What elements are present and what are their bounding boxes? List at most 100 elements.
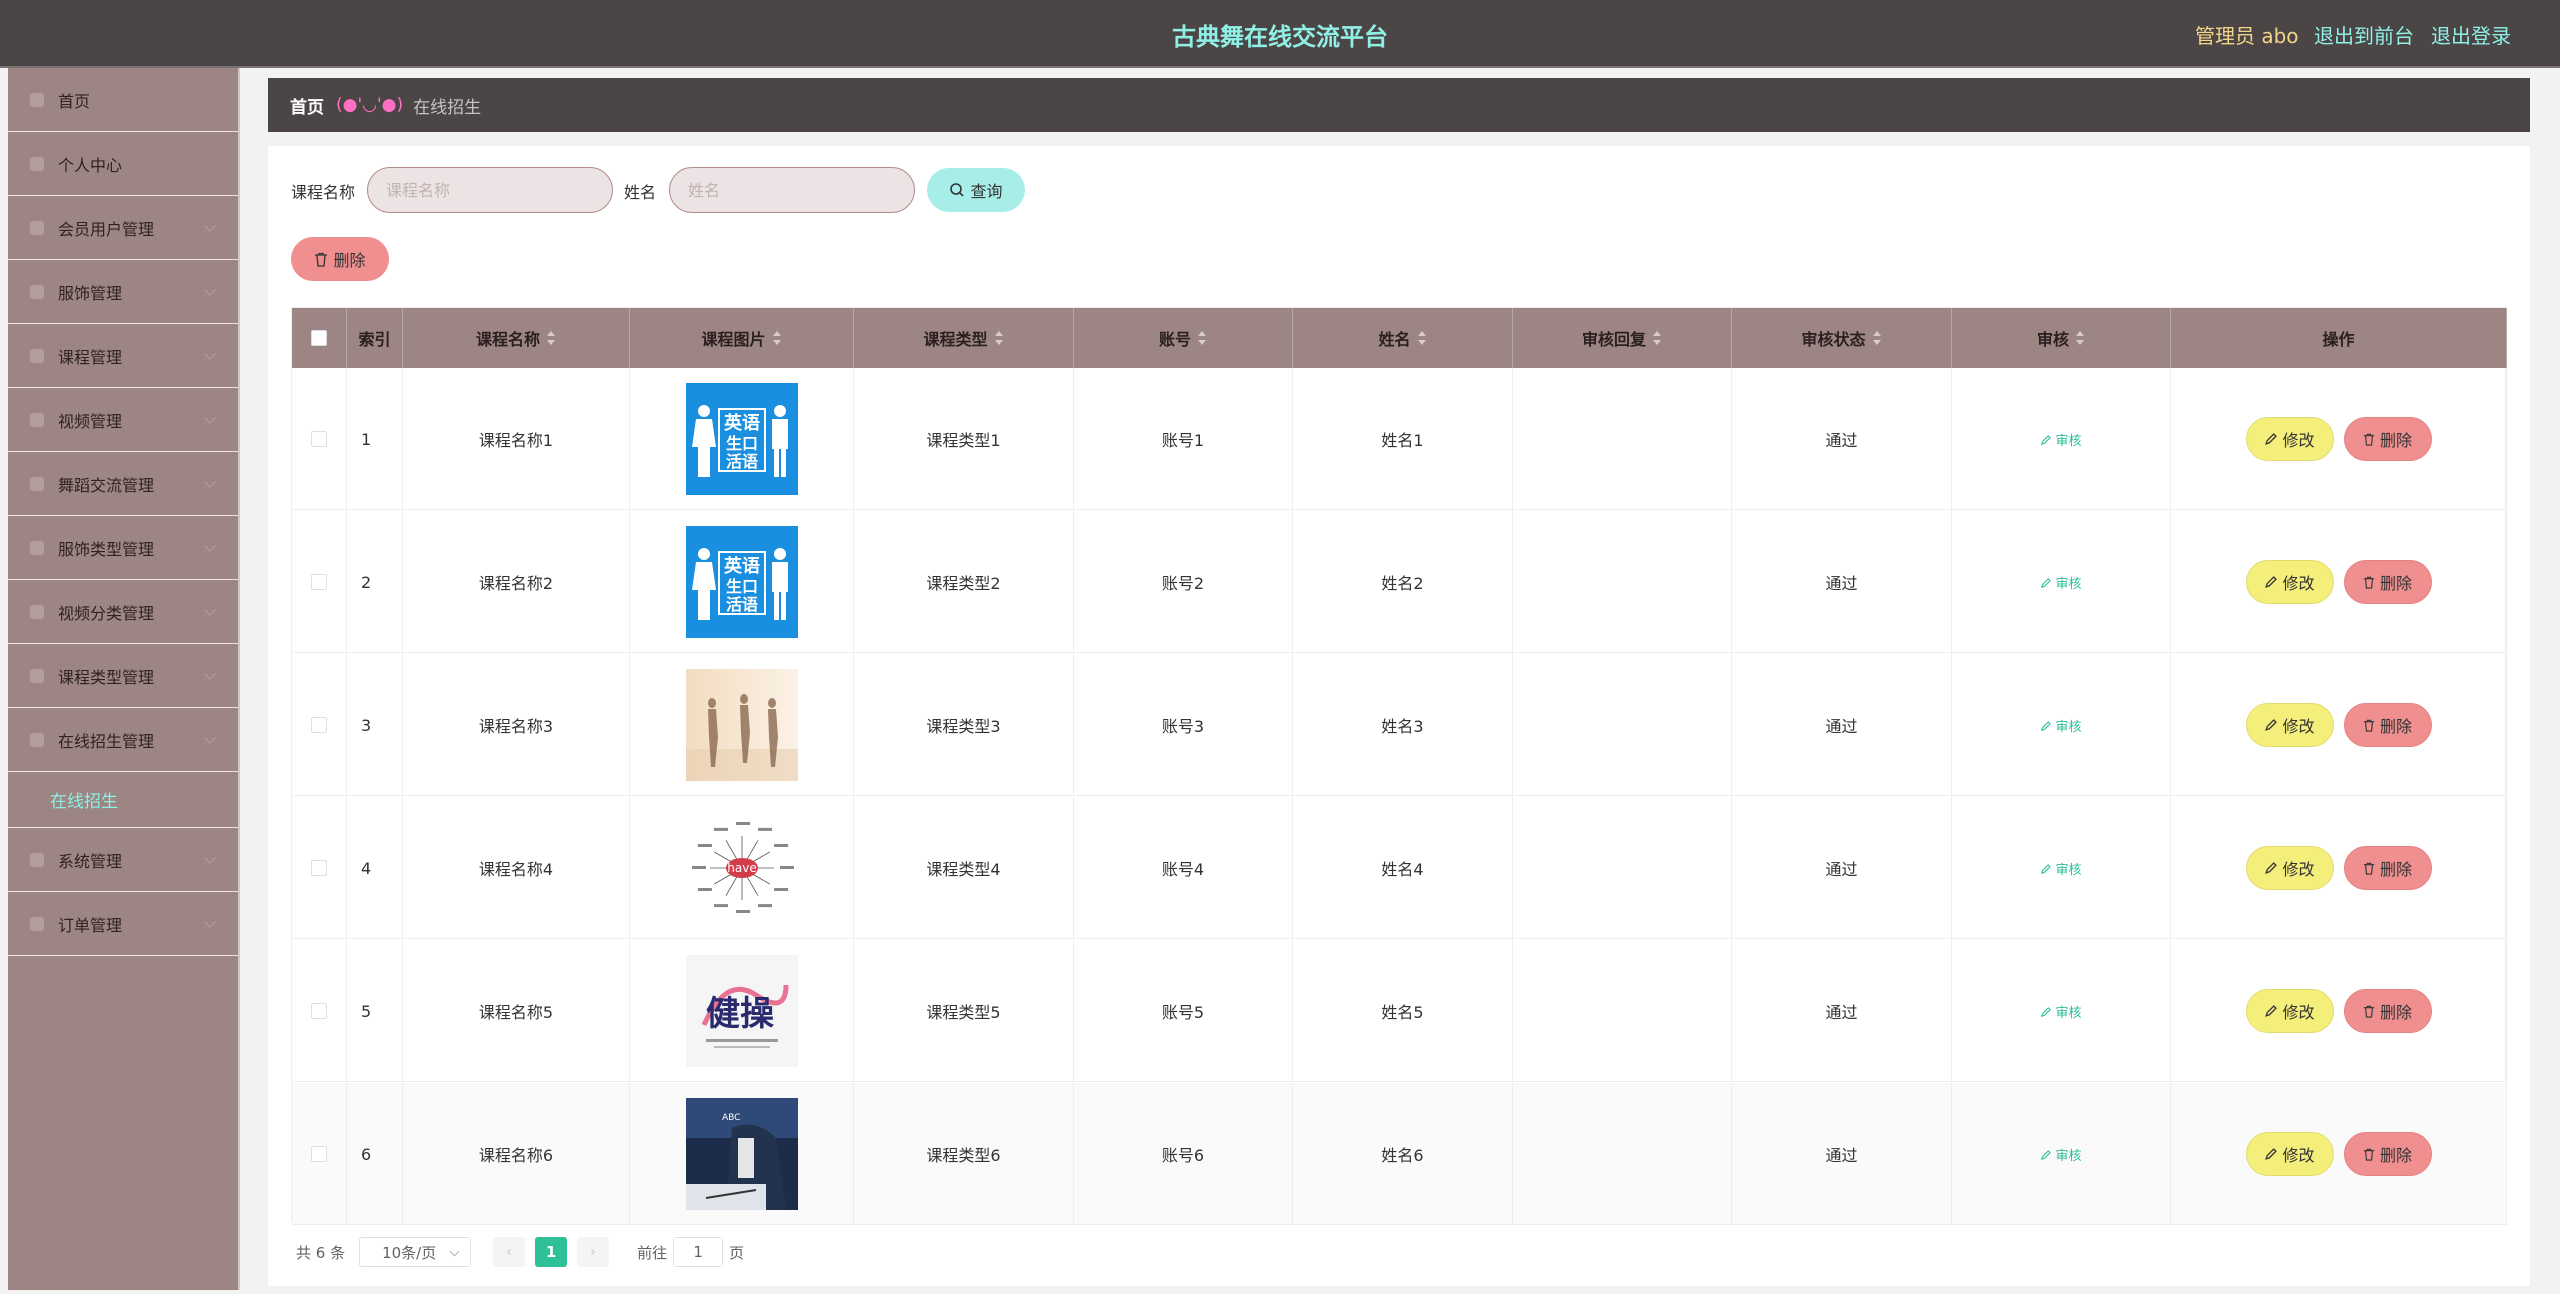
trash-icon: [2363, 862, 2375, 875]
name-input[interactable]: [669, 167, 915, 213]
sidebar-item-sidebar.items3[interactable]: 服饰管理: [8, 260, 238, 324]
edit-button-label: 修改: [2282, 1003, 2315, 1022]
delete-button[interactable]: 删除: [2343, 846, 2432, 890]
delete-button[interactable]: 删除: [2343, 703, 2432, 747]
table-cell-course_name: 课程名称1: [403, 368, 630, 510]
cell-text: 账号4: [1161, 860, 1205, 879]
edit-button[interactable]: 修改: [2245, 417, 2334, 461]
sort-icon[interactable]: [1652, 331, 1662, 345]
sort-icon[interactable]: [772, 331, 782, 345]
goto-page-input[interactable]: [673, 1237, 724, 1267]
delete-button-label: 删除: [2379, 574, 2412, 593]
audit-link[interactable]: 审核: [2040, 430, 2082, 449]
table-cell-account: 账号4: [1074, 797, 1293, 939]
svg-text:健操: 健操: [706, 994, 774, 1034]
sidebar-item-sidebar.items5[interactable]: 视频管理: [8, 388, 238, 452]
sidebar-item-sidebar.items10[interactable]: 在线招生管理: [8, 708, 238, 772]
users-icon: [30, 220, 44, 235]
sort-icon[interactable]: [1872, 331, 1882, 345]
page-size-select[interactable]: 10条/页: [359, 1237, 472, 1267]
sidebar-item-sidebar.items_after1[interactable]: 订单管理: [8, 892, 238, 956]
edit-icon: [2041, 720, 2052, 731]
row-checkbox[interactable]: [311, 431, 327, 447]
edit-button[interactable]: 修改: [2245, 1132, 2334, 1176]
sidebar-item-label: 系统管理: [58, 851, 123, 871]
table-row: 4 课程名称4 have 课程类型4 账号4 姓名4 通过 审核 修改 删除: [292, 797, 2507, 939]
cell-text: 通过: [1825, 574, 1858, 593]
table-cell-cb: [292, 368, 347, 510]
edit-button-label: 修改: [2282, 1146, 2315, 1165]
prev-page-button[interactable]: ‹: [493, 1237, 526, 1267]
exit-to-front-link[interactable]: 退出到前台: [2314, 20, 2414, 49]
sort-icon[interactable]: [1417, 331, 1427, 345]
sort-icon[interactable]: [1197, 331, 1207, 345]
logout-link[interactable]: 退出登录: [2431, 20, 2511, 49]
cell-text: 账号6: [1161, 1146, 1205, 1165]
row-checkbox[interactable]: [311, 1146, 327, 1162]
select-all-checkbox[interactable]: [311, 330, 327, 346]
audit-link[interactable]: 审核: [2040, 859, 2082, 878]
delete-button[interactable]: 删除: [2343, 417, 2432, 461]
edit-icon: [2265, 1147, 2278, 1160]
audit-link[interactable]: 审核: [2040, 716, 2082, 735]
table-cell-status: 通过: [1732, 654, 1952, 796]
sidebar-item-label: 舞蹈交流管理: [58, 475, 155, 495]
table-header-cell: 操作: [2171, 308, 2507, 368]
sidebar-item-sidebar.items1[interactable]: 个人中心: [8, 132, 238, 196]
delete-button[interactable]: 删除: [2343, 989, 2432, 1033]
edit-button[interactable]: 修改: [2245, 846, 2334, 890]
search-icon: [950, 183, 965, 197]
table-cell-audit: 审核: [1952, 654, 2171, 796]
enrollment-table: 索引 课程名称 课程图片 课程类型 账号 姓名 审核回复 审核状态 审核 操作 1 课程名称1 英语…: [291, 307, 2507, 1225]
next-page-button[interactable]: ›: [577, 1237, 610, 1267]
row-checkbox[interactable]: [311, 574, 327, 590]
course-name-input[interactable]: [367, 167, 613, 213]
batch-delete-button[interactable]: 删除: [291, 237, 389, 281]
table-cell-course_name: 课程名称6: [403, 1083, 630, 1225]
top-navbar: 古典舞在线交流平台 管理员 abo 退出到前台 退出登录: [0, 0, 2560, 68]
course-image: ABC: [685, 1098, 798, 1210]
table-cell-index: 6: [347, 1083, 403, 1225]
sidebar-item-sidebar.items9[interactable]: 课程类型管理: [8, 644, 238, 708]
audit-link[interactable]: 审核: [2040, 1145, 2082, 1164]
sidebar-item-sidebar.items8[interactable]: 视频分类管理: [8, 580, 238, 644]
delete-button[interactable]: 删除: [2343, 1132, 2432, 1176]
cell-text: 姓名6: [1381, 1146, 1424, 1165]
sort-icon[interactable]: [2075, 331, 2085, 345]
page-number-current[interactable]: 1: [535, 1237, 568, 1267]
breadcrumb-home[interactable]: 首页: [290, 93, 324, 118]
sort-icon[interactable]: [994, 331, 1004, 345]
audit-link-label: 审核: [2055, 1148, 2082, 1164]
row-checkbox[interactable]: [311, 860, 327, 876]
audit-link[interactable]: 审核: [2040, 573, 2082, 592]
sidebar-item-sidebar.items7[interactable]: 服饰类型管理: [8, 516, 238, 580]
table-cell-course_name: 课程名称3: [403, 654, 630, 796]
sidebar-divider: [238, 68, 240, 1290]
table-header-cell: 课程名称: [403, 308, 630, 368]
query-button[interactable]: 查询: [927, 168, 1025, 212]
edit-icon: [2041, 1006, 2052, 1017]
svg-text:英语: 英语: [723, 555, 760, 577]
sidebar-item-sidebar.items4[interactable]: 课程管理: [8, 324, 238, 388]
edit-button[interactable]: 修改: [2245, 703, 2334, 747]
edit-button[interactable]: 修改: [2245, 989, 2334, 1033]
table-cell-course_type: 课程类型4: [854, 797, 1074, 939]
row-checkbox[interactable]: [311, 717, 327, 733]
edit-button[interactable]: 修改: [2245, 560, 2334, 604]
table-row: 3 课程名称3 课程类型3 账号3 姓名3 通过 审核 修改 删除: [292, 654, 2507, 796]
cell-text: 课程名称3: [478, 717, 554, 736]
tag-icon: [30, 540, 44, 555]
row-checkbox[interactable]: [311, 1003, 327, 1019]
sort-icon[interactable]: [546, 331, 556, 345]
delete-button[interactable]: 删除: [2343, 560, 2432, 604]
sidebar-item-sidebar.items0[interactable]: 首页: [8, 68, 238, 132]
sidebar-item-sidebar.items6[interactable]: 舞蹈交流管理: [8, 452, 238, 516]
audit-link[interactable]: 审核: [2040, 1002, 2082, 1021]
chevron-down-icon: [204, 732, 216, 744]
cell-text: 课程名称5: [478, 1003, 554, 1022]
sidebar-item-sidebar.items2[interactable]: 会员用户管理: [8, 196, 238, 260]
sidebar-subitem-online-enrollment[interactable]: 在线招生: [8, 772, 238, 828]
folder-icon: [30, 604, 44, 619]
sidebar-item-label: 订单管理: [58, 915, 123, 935]
sidebar-item-sidebar.items_after0[interactable]: 系统管理: [8, 828, 238, 892]
